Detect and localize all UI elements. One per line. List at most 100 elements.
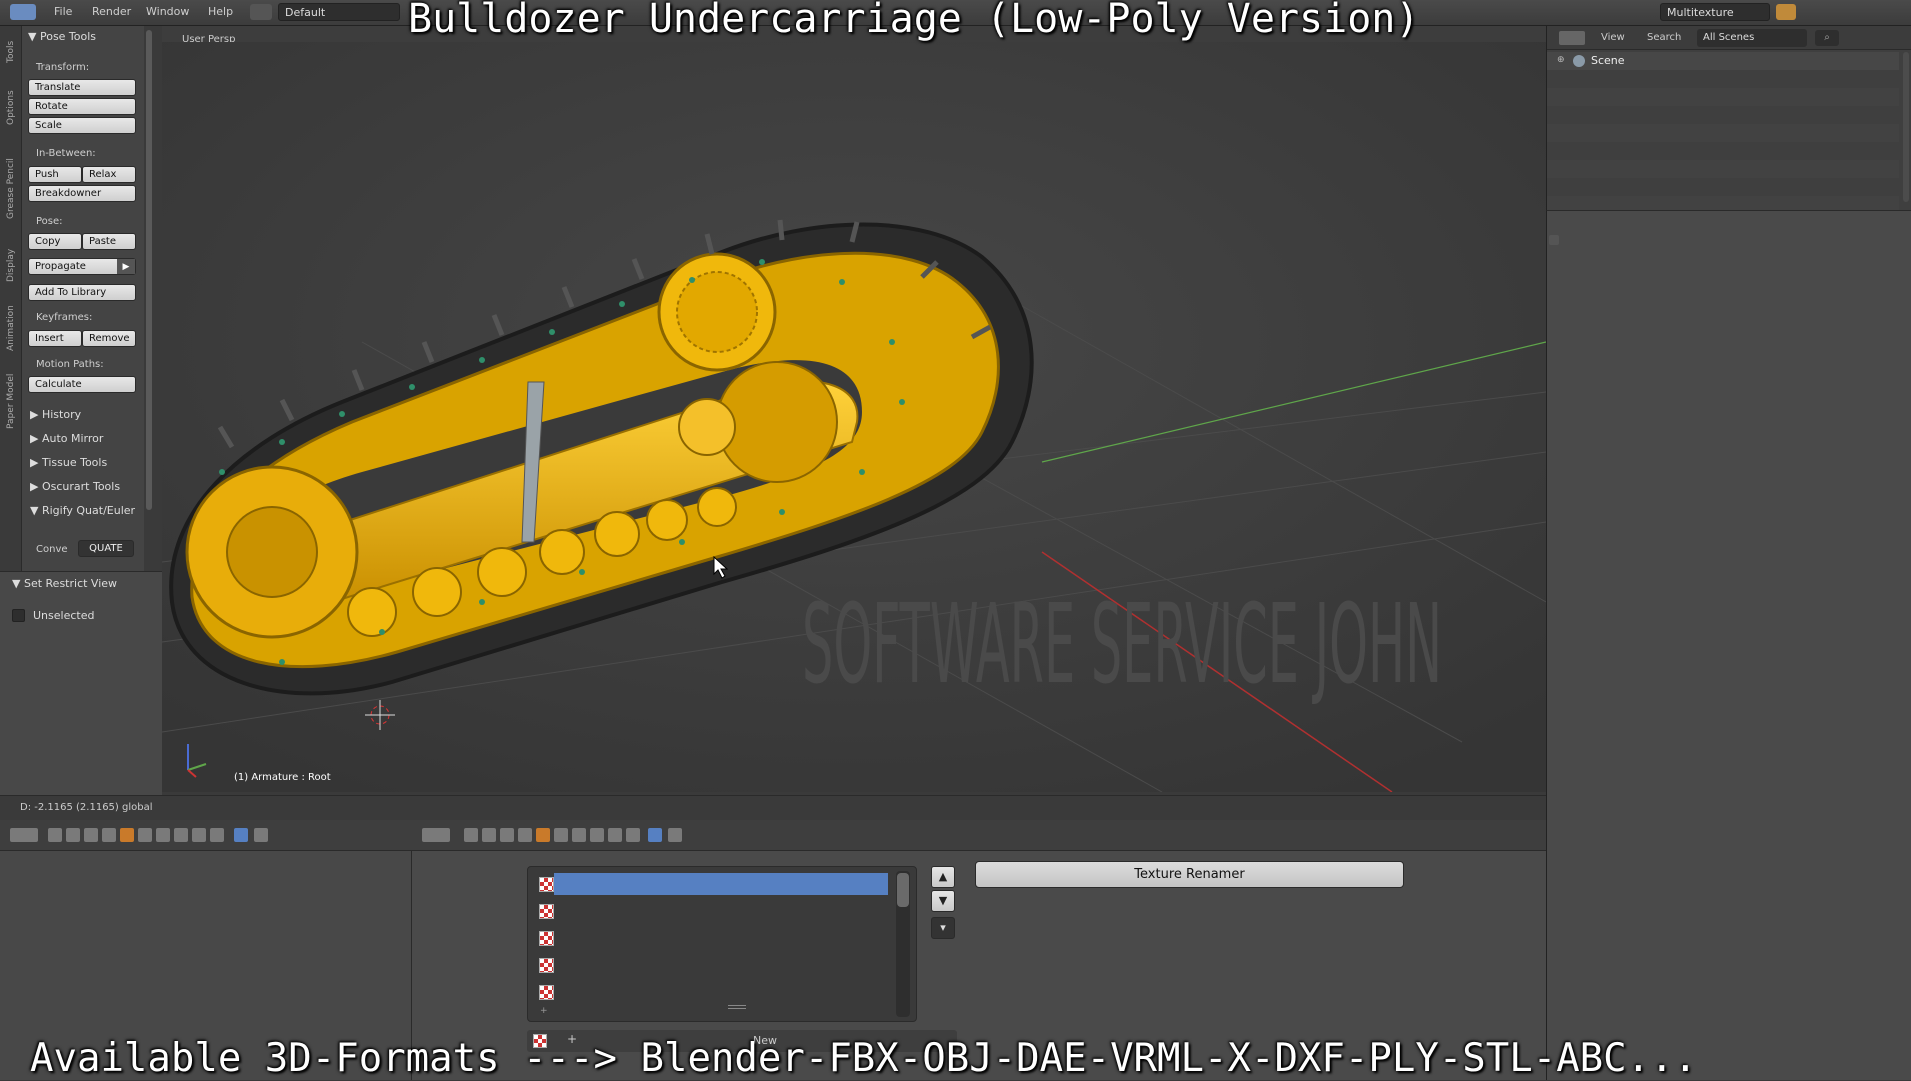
propagate-button[interactable]: Propagate ▶ — [28, 258, 136, 275]
tool-shelf-tabs: Tools Options Grease Pencil Display Anim… — [0, 26, 22, 571]
search-icon[interactable]: ⌕ — [1815, 30, 1839, 46]
pin-icon[interactable] — [668, 828, 682, 842]
remove-keyframe-button[interactable]: Remove — [82, 330, 136, 347]
add-slot-icon[interactable]: + — [540, 1006, 548, 1016]
texture-slot-list[interactable]: + — [527, 866, 917, 1022]
propagate-label: Propagate — [35, 261, 86, 272]
unselected-checkbox[interactable] — [12, 609, 25, 622]
move-slot-down-button[interactable]: ▼ — [931, 890, 955, 912]
menu-window[interactable]: Window — [146, 5, 189, 18]
render-icon[interactable] — [1776, 4, 1796, 20]
scene-icon — [1573, 55, 1585, 67]
history-panel-header[interactable]: ▶ History — [30, 408, 81, 421]
outliner: View Search All Scenes ⌕ ⊕ Scene — [1546, 26, 1911, 210]
calculate-paths-button[interactable]: Calculate — [28, 376, 136, 393]
slot-specials-menu[interactable]: ▾ — [931, 917, 955, 939]
inbetween-label: In-Between: — [36, 148, 96, 159]
keyframes-label: Keyframes: — [36, 312, 93, 323]
outliner-scrollbar[interactable] — [1903, 52, 1909, 202]
relax-button[interactable]: Relax — [82, 166, 136, 183]
texture-list-scroll-thumb[interactable] — [897, 873, 909, 907]
3d-viewport[interactable]: SOFTWARE SERVICE JOHN (1) Armature: Roo… — [162, 42, 1546, 792]
menu-help[interactable]: Help — [208, 5, 233, 18]
image-icon[interactable] — [66, 828, 80, 842]
history-label: History — [41, 408, 82, 421]
info-editor-icon[interactable] — [10, 4, 36, 20]
image-icon[interactable] — [482, 828, 496, 842]
tab-tools[interactable]: Tools — [1, 32, 21, 72]
outliner-search-menu[interactable]: Search — [1647, 32, 1681, 43]
breakdowner-button[interactable]: Breakdowner — [28, 185, 136, 202]
rotate-button[interactable]: Rotate — [28, 98, 136, 115]
constraint-icon[interactable] — [572, 828, 586, 842]
physics-icon[interactable] — [192, 828, 206, 842]
tab-display[interactable]: Display — [1, 240, 21, 290]
scene-filter-select[interactable]: All Scenes — [1697, 29, 1807, 47]
translate-button[interactable]: Translate — [28, 79, 136, 96]
push-button[interactable]: Push — [28, 166, 82, 183]
world-icon[interactable] — [554, 828, 568, 842]
tissue-tools-panel-header[interactable]: ▶ Tissue Tools — [30, 456, 107, 469]
menu-render[interactable]: Render — [92, 5, 131, 18]
world-icon[interactable] — [138, 828, 152, 842]
tissue-tools-label: Tissue Tools — [41, 456, 108, 469]
pose-tools-header[interactable]: ▼ Pose Tools — [28, 30, 96, 43]
move-slot-up-button[interactable]: ▲ — [931, 866, 955, 888]
insert-keyframe-button[interactable]: Insert — [28, 330, 82, 347]
tab-paper-model[interactable]: Paper Model — [1, 366, 21, 436]
tab-grease-pencil[interactable]: Grease Pencil — [1, 144, 21, 234]
modifier-icon[interactable] — [626, 828, 640, 842]
screen-layout-select[interactable]: Default — [278, 3, 400, 21]
outliner-editor-icon[interactable] — [1559, 31, 1585, 45]
texture-list-scrollbar[interactable] — [896, 871, 910, 1017]
texture-icon[interactable] — [48, 828, 62, 842]
texture-renamer-button[interactable]: Texture Renamer — [975, 861, 1404, 888]
tab-options[interactable]: Options — [1, 78, 21, 138]
convert-mode-select[interactable]: QUATE — [78, 540, 134, 557]
propagate-menu-icon[interactable]: ▶ — [117, 259, 135, 274]
render-layer-icon[interactable] — [120, 828, 134, 842]
outliner-row-scene[interactable]: ⊕ Scene — [1547, 52, 1899, 70]
brush-icon[interactable] — [500, 828, 514, 842]
transform-label: Transform: — [36, 62, 90, 73]
screen-layout-icon[interactable] — [250, 4, 272, 20]
add-to-library-button[interactable]: Add To Library — [28, 284, 136, 301]
properties-expand-icon[interactable] — [1549, 235, 1559, 245]
modifier-icon[interactable] — [210, 828, 224, 842]
transform-readout: D: -2.1165 (2.1165) global — [20, 802, 153, 813]
texture-slot-selected[interactable] — [554, 873, 888, 895]
paste-pose-button[interactable]: Paste — [82, 233, 136, 250]
resize-grip-icon[interactable] — [728, 1005, 746, 1009]
auto-mirror-panel-header[interactable]: ▶ Auto Mirror — [30, 432, 103, 445]
particle-icon[interactable] — [174, 828, 188, 842]
material-icon[interactable] — [518, 828, 532, 842]
viewport-shading-select[interactable]: Multitexture — [1660, 3, 1770, 21]
material-icon[interactable] — [102, 828, 116, 842]
properties-editor — [1546, 210, 1911, 1080]
menu-file[interactable]: File — [54, 5, 72, 18]
physics-icon[interactable] — [608, 828, 622, 842]
render-layer-icon[interactable] — [536, 828, 550, 842]
tab-animation[interactable]: Animation — [1, 296, 21, 360]
editor-type-icon[interactable] — [10, 828, 38, 842]
texture-active-icon[interactable] — [648, 828, 662, 842]
expand-icon[interactable]: ⊕ — [1557, 55, 1565, 65]
scale-button[interactable]: Scale — [28, 117, 136, 134]
editor-type-icon[interactable] — [422, 828, 450, 842]
texture-active-icon[interactable] — [234, 828, 248, 842]
scene-name: Scene — [1591, 54, 1625, 67]
constraint-icon[interactable] — [156, 828, 170, 842]
brush-icon[interactable] — [84, 828, 98, 842]
transform-status-bar: D: -2.1165 (2.1165) global — [0, 795, 1546, 820]
particle-icon[interactable] — [590, 828, 604, 842]
tool-shelf-scrollbar[interactable] — [146, 30, 152, 510]
rigify-panel-header[interactable]: ▼ Rigify Quat/Euler — [30, 504, 135, 517]
oscurart-tools-panel-header[interactable]: ▶ Oscurart Tools — [30, 480, 120, 493]
copy-pose-button[interactable]: Copy — [28, 233, 82, 250]
texture-icon[interactable] — [464, 828, 478, 842]
object-info-label: (1) Armature : Root — [234, 772, 331, 783]
formats-overlay: Available 3D-Formats ---> Blender-FBX-OB… — [30, 1036, 1698, 1081]
outliner-view-menu[interactable]: View — [1601, 32, 1625, 43]
restrict-view-header[interactable]: ▼ Set Restrict View — [12, 577, 117, 590]
pin-icon[interactable] — [254, 828, 268, 842]
